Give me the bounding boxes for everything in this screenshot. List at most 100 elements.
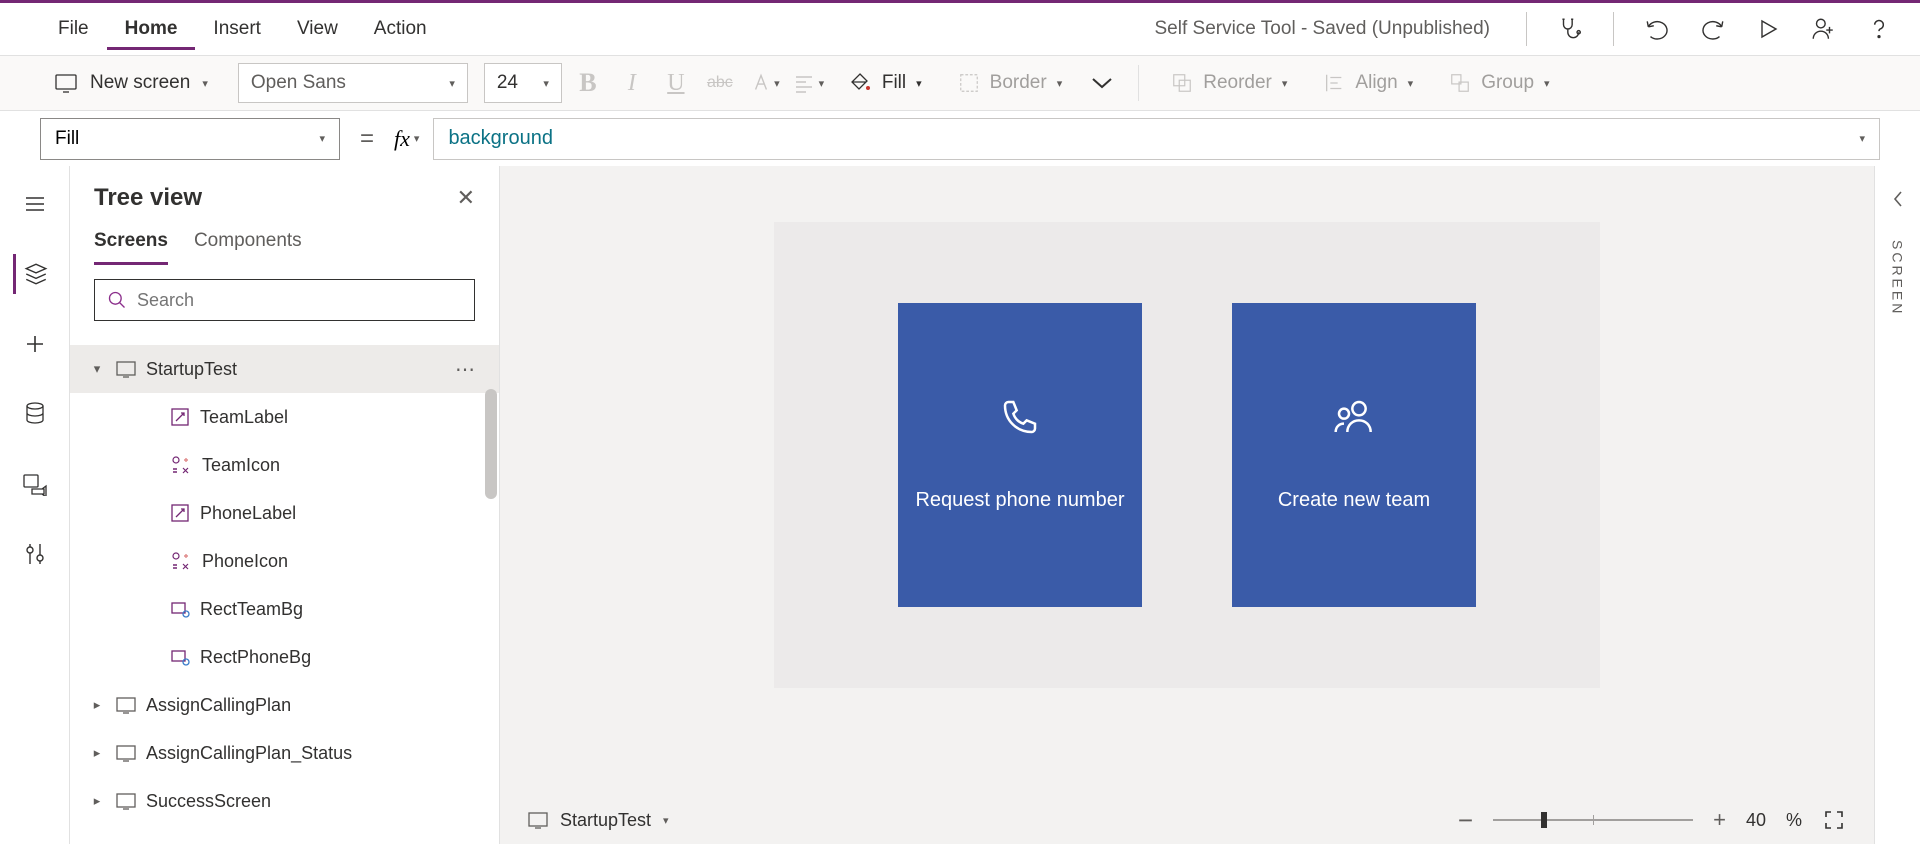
tree-item-label: AssignCallingPlan_Status <box>146 743 352 764</box>
hamburger-icon[interactable] <box>15 184 55 224</box>
tree-item-startuptest[interactable]: ▾ StartupTest ⋯ <box>70 345 499 393</box>
panel-tabs: Screens Components <box>70 220 499 265</box>
screen-icon <box>116 745 136 762</box>
chevron-down-icon: ▾ <box>1859 132 1865 145</box>
chevron-right-icon[interactable]: ▸ <box>88 697 106 713</box>
screen-icon <box>528 812 548 829</box>
tree-item-assigncallingplan-status[interactable]: ▸ AssignCallingPlan_Status <box>70 729 499 777</box>
help-icon[interactable] <box>1866 16 1892 42</box>
tree-item-phonelabel[interactable]: PhoneLabel <box>70 489 499 537</box>
chevron-down-icon[interactable]: ▾ <box>88 361 106 377</box>
border-label: Border <box>990 72 1047 94</box>
redo-icon[interactable] <box>1700 16 1726 42</box>
fill-label: Fill <box>882 72 906 94</box>
screen-icon <box>116 361 136 378</box>
underline-icon[interactable]: U <box>658 70 694 97</box>
expand-icon[interactable] <box>1891 188 1905 210</box>
phone-icon <box>1000 397 1040 437</box>
menu-view[interactable]: View <box>279 8 356 50</box>
screen-preview[interactable]: Request phone number Create new team <box>774 222 1600 688</box>
fx-icon[interactable]: fx▾ <box>394 126 419 152</box>
close-icon[interactable]: ✕ <box>457 185 475 211</box>
media-icon[interactable] <box>15 464 55 504</box>
tab-components[interactable]: Components <box>194 230 302 265</box>
formula-value: background <box>448 127 553 150</box>
menu-file[interactable]: File <box>40 8 107 50</box>
bold-icon[interactable]: B <box>570 68 606 98</box>
search-box[interactable] <box>94 279 475 321</box>
main-area: Tree view ✕ Screens Components ▾ Startup… <box>0 166 1920 844</box>
tree-view-panel: Tree view ✕ Screens Components ▾ Startup… <box>70 166 500 844</box>
separator <box>1526 12 1527 46</box>
panel-title: Tree view <box>94 184 202 212</box>
font-select[interactable]: Open Sans ▾ <box>238 63 468 103</box>
menu-bar: File Home Insert View Action Self Servic… <box>0 3 1920 56</box>
tree-item-label: RectTeamBg <box>200 599 303 620</box>
insert-icon[interactable] <box>15 324 55 364</box>
more-icon[interactable]: ⋯ <box>455 357 477 382</box>
italic-icon[interactable]: I <box>614 70 650 97</box>
tree-list: ▾ StartupTest ⋯ TeamLabel TeamIcon Phone… <box>70 335 499 844</box>
tree-item-teamicon[interactable]: TeamIcon <box>70 441 499 489</box>
reorder-label: Reorder <box>1203 72 1272 94</box>
left-rail <box>0 166 70 844</box>
border-button[interactable]: Border ▾ <box>944 72 1077 94</box>
status-screen-name[interactable]: StartupTest <box>560 810 651 831</box>
menu-insert[interactable]: Insert <box>195 8 279 50</box>
status-bar: StartupTest ▾ − + 40 % <box>500 796 1874 844</box>
font-size-select[interactable]: 24 ▾ <box>484 63 562 103</box>
tree-item-label: TeamLabel <box>200 407 288 428</box>
canvas-viewport[interactable]: Request phone number Create new team <box>500 166 1874 796</box>
tab-screens[interactable]: Screens <box>94 230 168 265</box>
app-title: Self Service Tool - Saved (Unpublished) <box>1155 18 1491 40</box>
strikethrough-icon[interactable]: abc <box>702 74 738 92</box>
play-icon[interactable] <box>1756 17 1780 41</box>
chevron-down-icon: ▾ <box>202 77 208 90</box>
tree-item-assigncallingplan[interactable]: ▸ AssignCallingPlan <box>70 681 499 729</box>
tile-request-phone[interactable]: Request phone number <box>898 303 1142 607</box>
zoom-in-icon[interactable]: + <box>1713 807 1726 833</box>
fill-button[interactable]: Fill ▾ <box>834 71 936 95</box>
right-rail: SCREEN <box>1874 166 1920 844</box>
overflow-chevron-icon[interactable] <box>1084 75 1120 91</box>
menu-home[interactable]: Home <box>107 8 196 50</box>
icon-control-icon <box>170 455 192 475</box>
tree-item-teamlabel[interactable]: TeamLabel <box>70 393 499 441</box>
scrollbar[interactable] <box>485 389 499 789</box>
right-rail-label[interactable]: SCREEN <box>1890 240 1906 316</box>
search-input[interactable] <box>137 290 462 311</box>
text-align-icon[interactable]: ▾ <box>790 73 826 93</box>
align-button[interactable]: Align ▾ <box>1309 72 1427 94</box>
people-icon <box>1334 397 1374 437</box>
diagnostics-icon[interactable] <box>1557 16 1583 42</box>
data-icon[interactable] <box>15 394 55 434</box>
tree-item-label: TeamIcon <box>202 455 280 476</box>
tree-item-label: AssignCallingPlan <box>146 695 291 716</box>
new-screen-label: New screen <box>90 72 190 94</box>
zoom-slider[interactable] <box>1493 819 1693 821</box>
undo-icon[interactable] <box>1644 16 1670 42</box>
advanced-icon[interactable] <box>15 534 55 574</box>
tree-view-icon[interactable] <box>13 254 53 294</box>
chevron-right-icon[interactable]: ▸ <box>88 793 106 809</box>
tree-item-label: StartupTest <box>146 359 237 380</box>
tree-item-phoneicon[interactable]: PhoneIcon <box>70 537 499 585</box>
tree-item-rectteambg[interactable]: RectTeamBg <box>70 585 499 633</box>
share-icon[interactable] <box>1810 16 1836 42</box>
fit-screen-icon[interactable] <box>1822 808 1846 832</box>
chevron-down-icon: ▾ <box>319 132 325 145</box>
new-screen-button[interactable]: New screen ▾ <box>40 72 222 94</box>
chevron-down-icon[interactable]: ▾ <box>663 814 669 827</box>
font-color-icon[interactable]: ▾ <box>746 70 782 96</box>
tile-create-team[interactable]: Create new team <box>1232 303 1476 607</box>
formula-input[interactable]: background ▾ <box>433 118 1880 160</box>
menu-action[interactable]: Action <box>356 8 445 50</box>
zoom-out-icon[interactable]: − <box>1458 805 1473 836</box>
tree-item-successscreen[interactable]: ▸ SuccessScreen <box>70 777 499 825</box>
group-button[interactable]: Group ▾ <box>1435 72 1563 94</box>
reorder-button[interactable]: Reorder ▾ <box>1157 72 1301 94</box>
tree-item-rectphonebg[interactable]: RectPhoneBg <box>70 633 499 681</box>
rect-icon <box>170 647 190 667</box>
chevron-right-icon[interactable]: ▸ <box>88 745 106 761</box>
property-select[interactable]: Fill ▾ <box>40 118 340 160</box>
